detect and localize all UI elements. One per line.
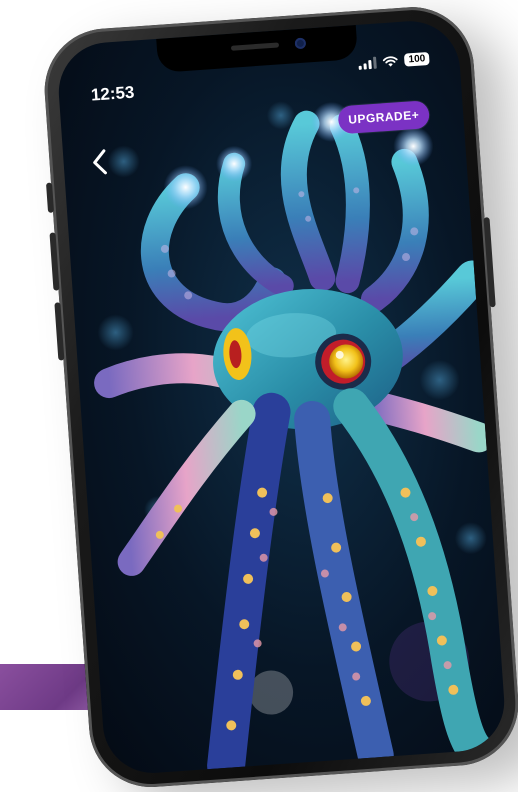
front-camera <box>294 37 307 50</box>
volume-up-button <box>49 232 60 291</box>
wifi-icon <box>383 55 398 67</box>
volume-down-button <box>54 302 65 361</box>
phone-frame: 12:53 100 UPGRADE+ <box>40 3 518 792</box>
phone-screen: 12:53 100 UPGRADE+ <box>55 17 508 777</box>
status-time: 12:53 <box>90 82 136 105</box>
back-button[interactable] <box>89 146 113 177</box>
signal-icon <box>358 56 378 70</box>
mute-switch <box>45 182 55 213</box>
power-button <box>483 217 496 308</box>
phone-mockup: 12:53 100 UPGRADE+ <box>0 0 518 792</box>
speaker-grille <box>230 42 280 51</box>
octopus-artwork <box>94 101 494 777</box>
battery-icon: 100 <box>404 51 430 67</box>
chevron-left-icon <box>93 149 107 175</box>
